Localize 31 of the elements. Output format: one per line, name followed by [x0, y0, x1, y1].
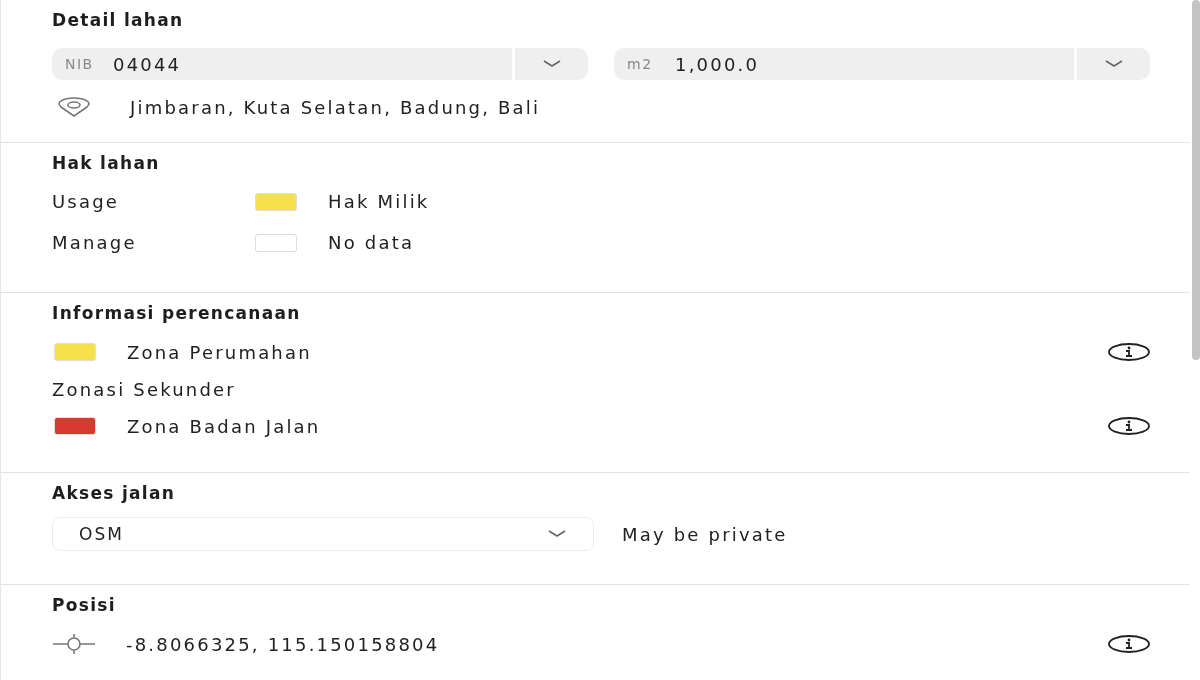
chevron-down-icon [541, 59, 562, 69]
zone-label: Zona Perumahan [127, 341, 312, 363]
field-value: 1,000.0 [675, 53, 761, 75]
coordinates-text: -8.8066325, 115.150158804 [126, 633, 440, 655]
row-label: Usage [52, 191, 121, 212]
zone-label: Zona Badan Jalan [127, 415, 321, 437]
address-text: Jimbaran, Kuta Selatan, Badung, Bali [130, 96, 541, 118]
info-icon[interactable] [1108, 417, 1150, 435]
section-title: Akses jalan [52, 482, 177, 505]
field-prefix: m2 [626, 56, 654, 72]
select-field[interactable]: NIB 04044 [52, 48, 588, 80]
chevron-down-icon [1103, 59, 1124, 69]
info-icon[interactable] [1108, 343, 1150, 361]
info-icon[interactable] [1108, 635, 1150, 653]
row-value: Hak Milik [328, 191, 430, 212]
chevron-down-icon [547, 529, 567, 539]
select-field[interactable]: m2 1,000.0 [614, 48, 1150, 80]
section-title: Posisi [52, 594, 117, 617]
section-title: Informasi perencanaan [52, 302, 302, 325]
row-value: No data [328, 232, 415, 253]
field-prefix: NIB [64, 56, 95, 72]
subheading-text: Zonasi Sekunder [52, 378, 236, 400]
section-title: Detail lahan [52, 9, 185, 32]
access-note: May be private [622, 523, 788, 545]
field-value: 04044 [113, 53, 183, 75]
location-pin-icon [56, 97, 92, 117]
scrollbar-thumb[interactable] [1192, 0, 1200, 360]
crosshair-icon [52, 634, 96, 654]
row-label: Manage [52, 232, 138, 253]
source-dropdown[interactable]: OSM [52, 517, 594, 551]
section-title: Hak lahan [52, 152, 161, 175]
